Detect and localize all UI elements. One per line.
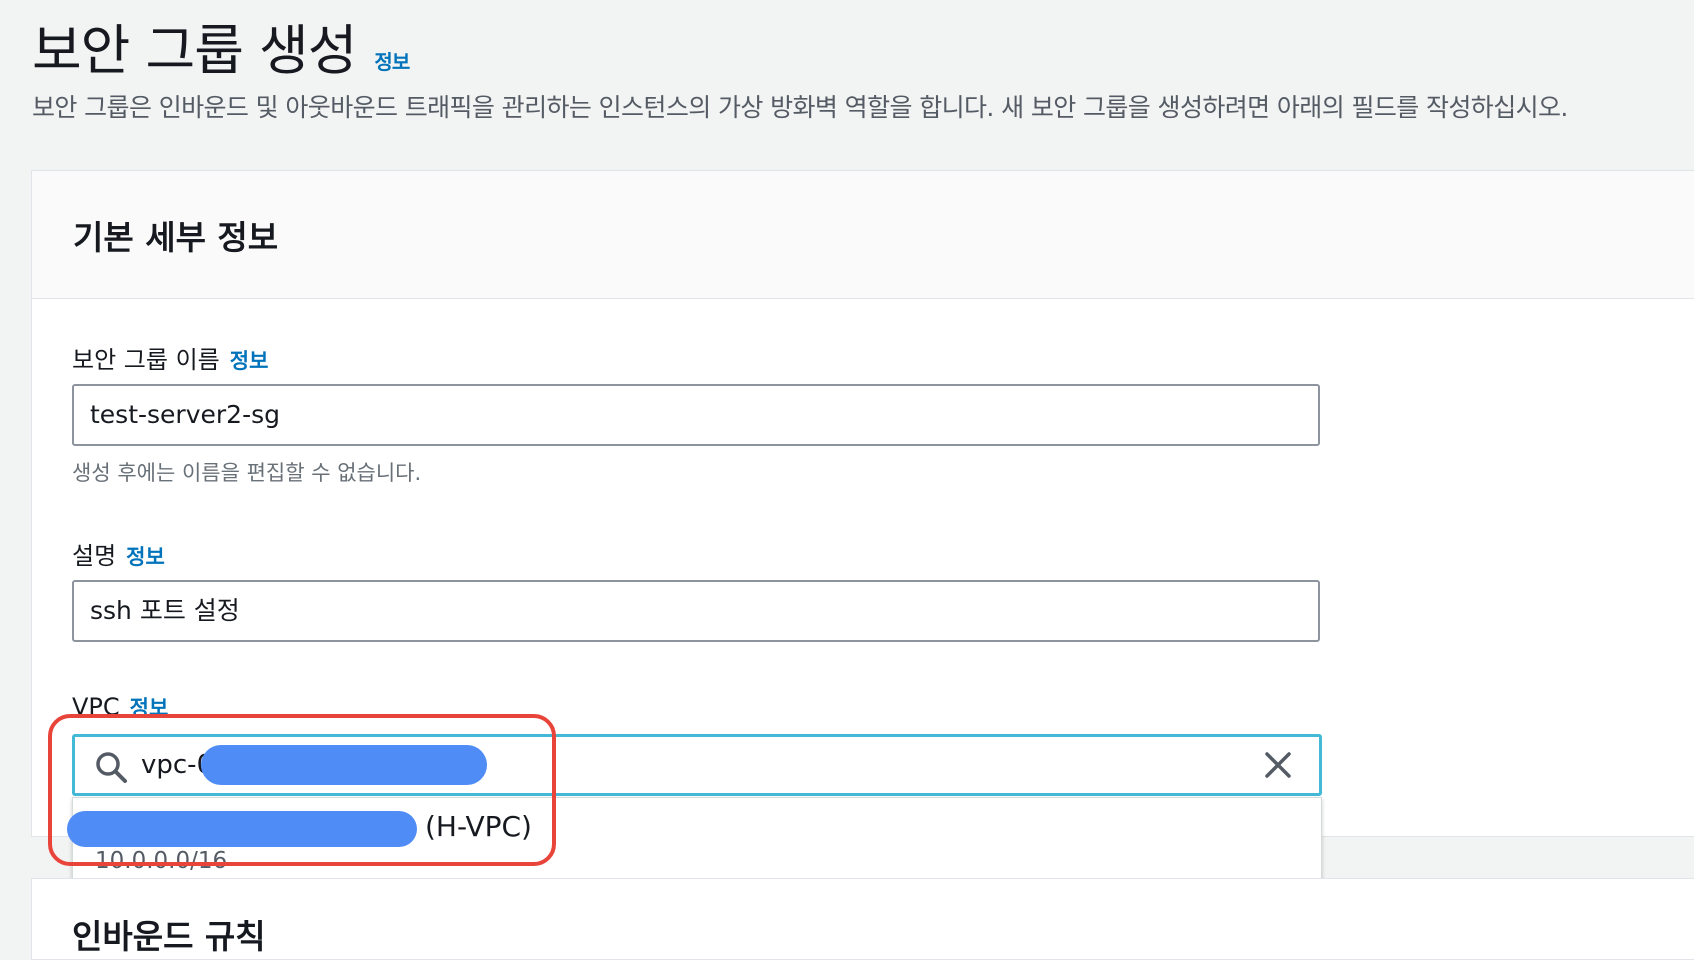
inbound-rules-title: 인바운드 규칙 — [72, 917, 266, 956]
sg-name-input[interactable]: test-server2-sg — [72, 384, 1320, 446]
page-title: 보안 그룹 생성 정보 — [32, 6, 410, 85]
close-icon[interactable] — [1263, 750, 1293, 780]
sg-name-label: 보안 그룹 이름 정보 — [72, 340, 268, 375]
annotation-highlight — [48, 714, 556, 866]
description-input[interactable]: ssh 포트 설정 — [72, 580, 1320, 642]
description-label-text: 설명 — [72, 542, 117, 570]
panel-header: 기본 세부 정보 — [32, 171, 1694, 299]
sg-name-label-text: 보안 그룹 이름 — [72, 346, 220, 374]
inbound-rules-panel — [31, 878, 1694, 960]
page-title-text: 보안 그룹 생성 — [32, 19, 357, 82]
sg-name-info-link[interactable]: 정보 — [230, 345, 269, 375]
panel-title: 기본 세부 정보 — [73, 218, 279, 257]
page-description: 보안 그룹은 인바운드 및 아웃바운드 트래픽을 관리하는 인스턴스의 가상 방… — [32, 93, 1568, 122]
sg-name-hint: 생성 후에는 이름을 편집할 수 없습니다. — [72, 461, 422, 485]
title-info-link[interactable]: 정보 — [374, 46, 410, 75]
description-info-link[interactable]: 정보 — [126, 541, 165, 571]
description-label: 설명 정보 — [72, 536, 165, 571]
